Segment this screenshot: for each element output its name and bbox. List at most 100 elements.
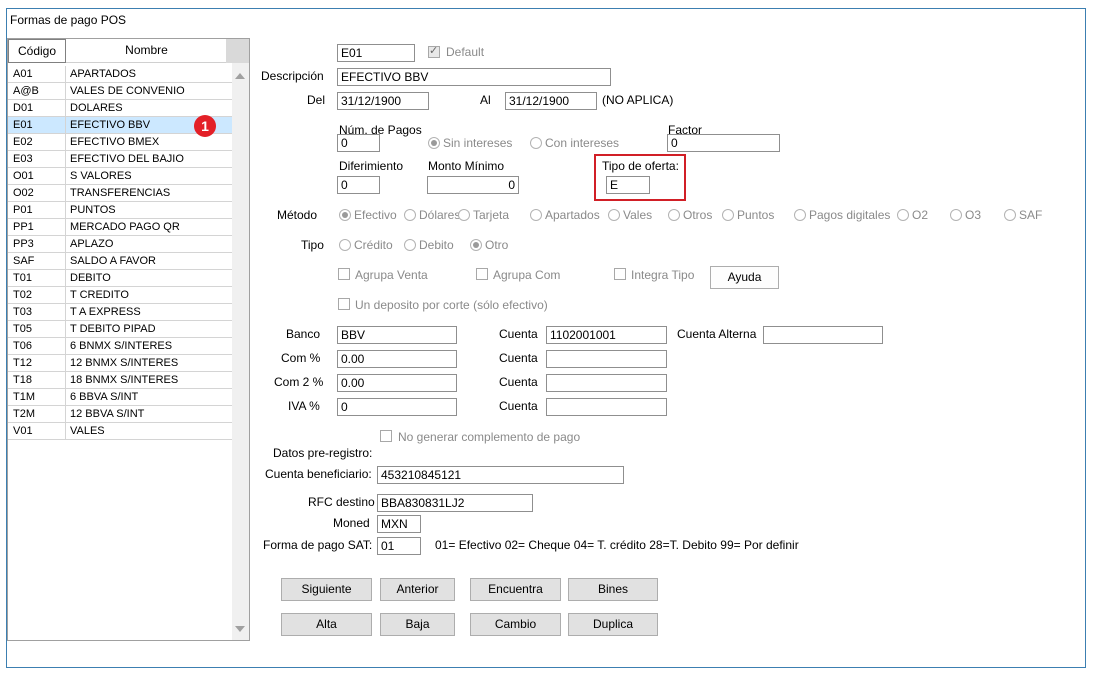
table-row[interactable]: PP1 MERCADO PAGO QR bbox=[8, 219, 233, 236]
row-name: VALES DE CONVENIO bbox=[70, 85, 185, 97]
al-date-field[interactable]: 31/12/1900 bbox=[505, 92, 597, 110]
metodo-radio[interactable] bbox=[897, 209, 909, 221]
metodo-option-label: O3 bbox=[965, 208, 982, 222]
com-field[interactable]: 0.00 bbox=[337, 350, 457, 368]
datos-pre-label: Datos pre-registro: bbox=[273, 446, 373, 460]
metodo-radio[interactable] bbox=[1004, 209, 1016, 221]
table-row[interactable]: T1M 6 BBVA S/INT bbox=[8, 389, 233, 406]
encuentra-button[interactable]: Encuentra bbox=[470, 578, 561, 601]
row-code: A01 bbox=[8, 66, 66, 82]
table-row[interactable]: SAF SALDO A FAVOR bbox=[8, 253, 233, 270]
column-header-name[interactable]: Nombre bbox=[66, 39, 228, 63]
table-row[interactable]: T06 6 BNMX S/INTERES bbox=[8, 338, 233, 355]
code-field[interactable]: E01 bbox=[337, 44, 415, 62]
table-row[interactable]: T2M 12 BBVA S/INT bbox=[8, 406, 233, 423]
table-row[interactable]: O02 TRANSFERENCIAS bbox=[8, 185, 233, 202]
siguiente-button[interactable]: Siguiente bbox=[281, 578, 372, 601]
baja-button[interactable]: Baja bbox=[380, 613, 455, 636]
agrupa-venta-checkbox[interactable] bbox=[338, 268, 350, 280]
default-checkbox[interactable] bbox=[428, 44, 440, 58]
row-code: O01 bbox=[8, 168, 66, 184]
cuenta-field-1[interactable]: 1102001001 bbox=[546, 326, 667, 344]
table-row[interactable]: V01 VALES bbox=[8, 423, 233, 440]
table-row[interactable]: A@B VALES DE CONVENIO bbox=[8, 83, 233, 100]
rfc-destino-field[interactable]: BBA830831LJ2 bbox=[377, 494, 533, 512]
metodo-radio[interactable] bbox=[404, 209, 416, 221]
tipo-oferta-field[interactable]: E bbox=[606, 176, 650, 194]
table-row[interactable]: A01 APARTADOS bbox=[8, 66, 233, 83]
table-row[interactable]: E02 EFECTIVO BMEX bbox=[8, 134, 233, 151]
table-row[interactable]: T01 DEBITO bbox=[8, 270, 233, 287]
sin-intereses-radio[interactable] bbox=[428, 137, 440, 149]
metodo-radio[interactable] bbox=[339, 209, 351, 221]
factor-field[interactable]: 0 bbox=[667, 134, 780, 152]
no-generar-checkbox[interactable] bbox=[380, 430, 392, 442]
cuenta-field-4[interactable] bbox=[546, 398, 667, 416]
metodo-radio[interactable] bbox=[722, 209, 734, 221]
metodo-radio[interactable] bbox=[668, 209, 680, 221]
deposito-corte-checkbox[interactable] bbox=[338, 298, 350, 310]
moned-label: Moned bbox=[333, 516, 370, 530]
iva-field[interactable]: 0 bbox=[337, 398, 457, 416]
banco-label: Banco bbox=[286, 327, 321, 341]
tipo-radio[interactable] bbox=[404, 239, 416, 251]
table-row[interactable]: T02 T CREDITO bbox=[8, 287, 233, 304]
ayuda-button[interactable]: Ayuda bbox=[710, 266, 779, 289]
num-pagos-field[interactable]: 0 bbox=[337, 134, 380, 152]
banco-field[interactable]: BBV bbox=[337, 326, 457, 344]
table-row[interactable]: O01 S VALORES bbox=[8, 168, 233, 185]
anterior-button[interactable]: Anterior bbox=[380, 578, 455, 601]
del-date-field[interactable]: 31/12/1900 bbox=[337, 92, 429, 110]
monto-minimo-label: Monto Mínimo bbox=[428, 159, 505, 173]
table-row[interactable]: D01 DOLARES bbox=[8, 100, 233, 117]
monto-minimo-field[interactable]: 0 bbox=[427, 176, 519, 194]
table-row[interactable]: P01 PUNTOS bbox=[8, 202, 233, 219]
row-name: 12 BNMX S/INTERES bbox=[70, 357, 179, 369]
metodo-radio[interactable] bbox=[950, 209, 962, 221]
iva-label: IVA % bbox=[288, 399, 320, 413]
row-name: SALDO A FAVOR bbox=[70, 255, 156, 267]
con-intereses-radio[interactable] bbox=[530, 137, 542, 149]
cuenta-alterna-field[interactable] bbox=[763, 326, 883, 344]
diferimiento-field[interactable]: 0 bbox=[337, 176, 380, 194]
table-row[interactable]: PP3 APLAZO bbox=[8, 236, 233, 253]
row-name: 12 BBVA S/INT bbox=[70, 408, 145, 420]
scroll-down-icon[interactable] bbox=[235, 626, 245, 632]
table-row[interactable]: T12 12 BNMX S/INTERES bbox=[8, 355, 233, 372]
integra-tipo-checkbox[interactable] bbox=[614, 268, 626, 280]
no-generar-label: No generar complemento de pago bbox=[398, 430, 581, 444]
table-row[interactable]: T05 T DEBITO PIPAD bbox=[8, 321, 233, 338]
metodo-option-label: Efectivo bbox=[354, 208, 397, 222]
table-row[interactable]: T03 T A EXPRESS bbox=[8, 304, 233, 321]
com2-field[interactable]: 0.00 bbox=[337, 374, 457, 392]
com2-label: Com 2 % bbox=[274, 375, 324, 389]
forma-sat-field[interactable]: 01 bbox=[377, 537, 421, 555]
cuenta-field-3[interactable] bbox=[546, 374, 667, 392]
metodo-radio[interactable] bbox=[458, 209, 470, 221]
tipo-option-label: Debito bbox=[419, 238, 454, 252]
column-header-code[interactable]: Código bbox=[8, 39, 66, 63]
cuenta-beneficiario-field[interactable]: 453210845121 bbox=[377, 466, 624, 484]
duplica-button[interactable]: Duplica bbox=[568, 613, 658, 636]
descripcion-field[interactable]: EFECTIVO BBV bbox=[337, 68, 611, 86]
rfc-destino-label: RFC destino bbox=[308, 495, 375, 509]
cuenta-field-2[interactable] bbox=[546, 350, 667, 368]
metodo-radio[interactable] bbox=[530, 209, 542, 221]
moned-field[interactable]: MXN bbox=[377, 515, 421, 533]
row-name: DEBITO bbox=[70, 272, 111, 284]
tipo-radio[interactable] bbox=[470, 239, 482, 251]
table-row[interactable]: T18 18 BNMX S/INTERES bbox=[8, 372, 233, 389]
table-row[interactable]: E03 EFECTIVO DEL BAJIO bbox=[8, 151, 233, 168]
list-scrollbar[interactable] bbox=[232, 63, 249, 640]
scroll-up-icon[interactable] bbox=[235, 73, 245, 79]
cambio-button[interactable]: Cambio bbox=[470, 613, 561, 636]
default-label: Default bbox=[446, 45, 485, 59]
agrupa-com-checkbox[interactable] bbox=[476, 268, 488, 280]
metodo-radio[interactable] bbox=[608, 209, 620, 221]
alta-button[interactable]: Alta bbox=[281, 613, 372, 636]
metodo-radio[interactable] bbox=[794, 209, 806, 221]
bines-button[interactable]: Bines bbox=[568, 578, 658, 601]
tipo-radio[interactable] bbox=[339, 239, 351, 251]
metodo-label: Método bbox=[277, 208, 318, 222]
row-code: P01 bbox=[8, 202, 66, 218]
